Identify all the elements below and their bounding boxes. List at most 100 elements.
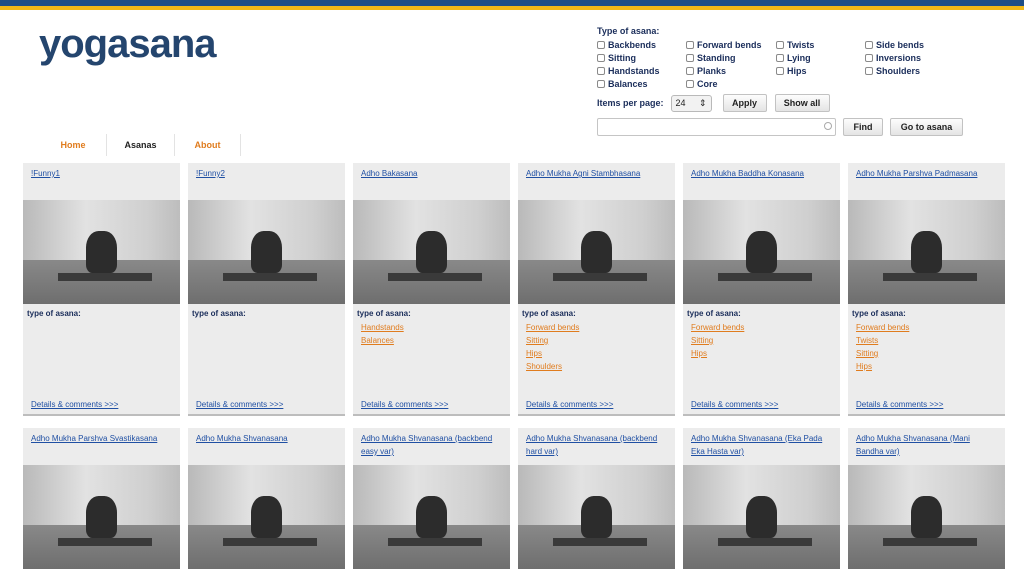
filter-option-side-bends[interactable]: Side bends: [865, 39, 975, 51]
asana-photo[interactable]: [23, 200, 180, 304]
site-logo[interactable]: yogasana: [39, 22, 217, 67]
asana-card: Adho Mukha Shvanasana (backbend easy var…: [353, 428, 510, 569]
checkbox-forward-bends[interactable]: [686, 41, 694, 49]
asana-type-link[interactable]: Forward bends: [526, 321, 671, 334]
filter-option-lying[interactable]: Lying: [776, 52, 865, 64]
checkbox-lying[interactable]: [776, 54, 784, 62]
photo-mat: [222, 537, 317, 547]
asana-type-link[interactable]: Hips: [691, 347, 836, 360]
checkbox-handstands[interactable]: [597, 67, 605, 75]
checkbox-twists[interactable]: [776, 41, 784, 49]
checkbox-hips[interactable]: [776, 67, 784, 75]
photo-figure: [250, 496, 283, 538]
photo-mat: [882, 537, 977, 547]
select-arrows-icon: ⇕: [698, 97, 707, 108]
asana-card-body: type of asana: Forward bends Sitting Hips: [683, 304, 840, 400]
asana-title-link[interactable]: Adho Mukha Shvanasana (Mani Bandha var): [856, 434, 970, 456]
photo-figure: [415, 231, 448, 273]
find-button[interactable]: Find: [843, 118, 883, 136]
asana-type-link[interactable]: Balances: [361, 334, 506, 347]
checkbox-planks[interactable]: [686, 67, 694, 75]
filter-option-twists[interactable]: Twists: [776, 39, 865, 51]
asana-title-link[interactable]: Adho Mukha Shvanasana: [196, 434, 288, 443]
asana-card-header: !Funny1: [23, 163, 180, 196]
details-comments-link[interactable]: Details & comments >>>: [31, 400, 118, 409]
clear-search-icon[interactable]: [824, 122, 832, 130]
asana-photo[interactable]: [848, 200, 1005, 304]
asana-type-link[interactable]: Sitting: [691, 334, 836, 347]
asana-title-link[interactable]: !Funny2: [196, 169, 225, 178]
show-all-button[interactable]: Show all: [774, 94, 830, 112]
asana-photo[interactable]: [518, 200, 675, 304]
asana-photo[interactable]: [188, 200, 345, 304]
asana-type-link[interactable]: Forward bends: [691, 321, 836, 334]
nav-about[interactable]: About: [175, 134, 241, 156]
asana-type-link[interactable]: Sitting: [856, 347, 1001, 360]
details-comments-link[interactable]: Details & comments >>>: [361, 400, 448, 409]
checkbox-inversions[interactable]: [865, 54, 873, 62]
filter-option-forward-bends[interactable]: Forward bends: [686, 39, 776, 51]
asana-type-link[interactable]: Handstands: [361, 321, 506, 334]
filter-option-balances[interactable]: Balances: [597, 78, 686, 90]
checkbox-core[interactable]: [686, 80, 694, 88]
asana-title-link[interactable]: Adho Bakasana: [361, 169, 418, 178]
details-comments-link[interactable]: Details & comments >>>: [691, 400, 778, 409]
asana-type-link[interactable]: Twists: [856, 334, 1001, 347]
apply-button[interactable]: Apply: [722, 94, 767, 112]
checkbox-balances[interactable]: [597, 80, 605, 88]
asana-title-link[interactable]: Adho Mukha Parshva Svastikasana: [31, 434, 157, 443]
checkbox-side-bends[interactable]: [865, 41, 873, 49]
asana-type-link[interactable]: Shoulders: [526, 360, 671, 373]
filter-option-handstands[interactable]: Handstands: [597, 65, 686, 77]
type-of-asana-label: type of asana:: [192, 309, 246, 318]
filter-option-core[interactable]: Core: [686, 78, 776, 90]
checkbox-shoulders[interactable]: [865, 67, 873, 75]
asana-title-link[interactable]: !Funny1: [31, 169, 60, 178]
details-comments-link[interactable]: Details & comments >>>: [856, 400, 943, 409]
checkbox-backbends[interactable]: [597, 41, 605, 49]
items-per-page-select[interactable]: 24 ⇕: [670, 94, 712, 112]
filter-option-inversions[interactable]: Inversions: [865, 52, 975, 64]
asana-photo[interactable]: [683, 465, 840, 569]
photo-mat: [57, 272, 152, 282]
filter-option-hips[interactable]: Hips: [776, 65, 865, 77]
asana-type-link[interactable]: Forward bends: [856, 321, 1001, 334]
checkbox-sitting[interactable]: [597, 54, 605, 62]
asana-type-link[interactable]: Sitting: [526, 334, 671, 347]
filter-option-shoulders[interactable]: Shoulders: [865, 65, 975, 77]
nav-home[interactable]: Home: [40, 134, 107, 156]
asana-title-link[interactable]: Adho Mukha Shvanasana (backbend hard var…: [526, 434, 657, 456]
asana-title-link[interactable]: Adho Mukha Parshva Padmasana: [856, 169, 977, 178]
asana-type-link[interactable]: Hips: [526, 347, 671, 360]
asana-type-link[interactable]: Hips: [856, 360, 1001, 373]
asana-photo[interactable]: [683, 200, 840, 304]
asana-card-footer: Details & comments >>>: [353, 400, 510, 416]
asana-search-input[interactable]: [597, 118, 836, 136]
asana-photo[interactable]: [353, 465, 510, 569]
filter-option-label: Side bends: [876, 40, 925, 50]
nav-asanas[interactable]: Asanas: [107, 134, 175, 156]
asana-photo[interactable]: [353, 200, 510, 304]
asana-card-footer: Details & comments >>>: [683, 400, 840, 416]
filter-option-planks[interactable]: Planks: [686, 65, 776, 77]
filter-options: Backbends Forward bends Twists Side bends Si…: [597, 39, 997, 90]
asana-photo[interactable]: [518, 465, 675, 569]
asana-title-link[interactable]: Adho Mukha Agni Stambhasana: [526, 169, 640, 178]
checkbox-standing[interactable]: [686, 54, 694, 62]
filter-option-backbends[interactable]: Backbends: [597, 39, 686, 51]
go-to-asana-button[interactable]: Go to asana: [890, 118, 963, 136]
photo-mat: [552, 537, 647, 547]
asana-photo[interactable]: [848, 465, 1005, 569]
details-comments-link[interactable]: Details & comments >>>: [196, 400, 283, 409]
asana-photo[interactable]: [23, 465, 180, 569]
details-comments-link[interactable]: Details & comments >>>: [526, 400, 613, 409]
asana-title-link[interactable]: Adho Mukha Baddha Konasana: [691, 169, 804, 178]
main-nav: Home Asanas About: [40, 134, 241, 156]
asana-title-link[interactable]: Adho Mukha Shvanasana (backbend easy var…: [361, 434, 492, 456]
asana-card-header: Adho Mukha Shvanasana (backbend easy var…: [353, 428, 510, 461]
asana-photo[interactable]: [188, 465, 345, 569]
asana-title-link[interactable]: Adho Mukha Shvanasana (Eka Pada Eka Hast…: [691, 434, 822, 456]
filter-option-standing[interactable]: Standing: [686, 52, 776, 64]
filter-option-sitting[interactable]: Sitting: [597, 52, 686, 64]
type-of-asana-label: type of asana:: [687, 309, 741, 318]
